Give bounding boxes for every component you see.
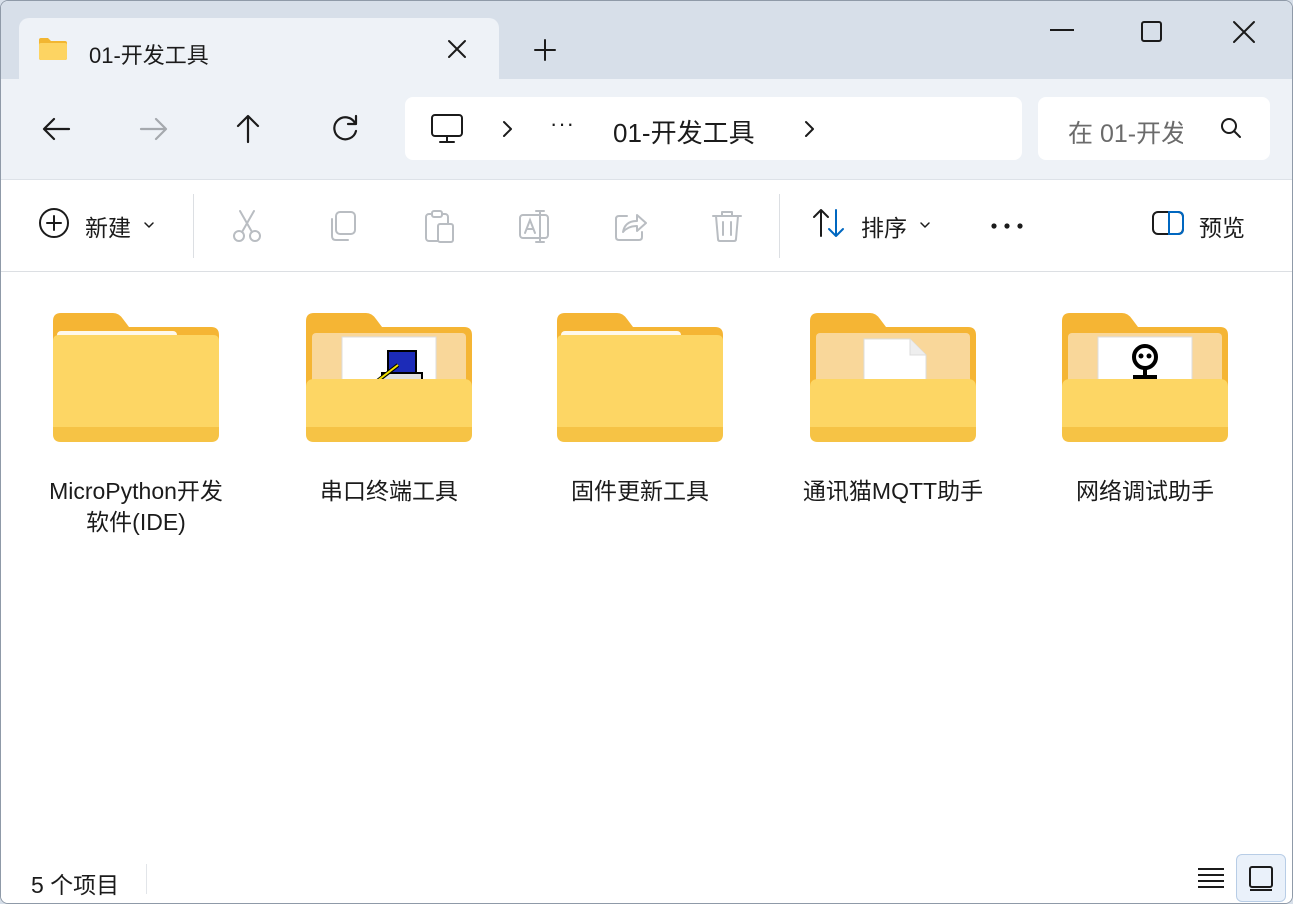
new-tab-icon[interactable] xyxy=(531,36,559,64)
folder-icon xyxy=(38,37,68,66)
maximize-icon[interactable] xyxy=(1137,17,1167,47)
item-name: 通讯猫MQTT助手 xyxy=(802,478,984,504)
more-options-icon[interactable] xyxy=(989,208,1025,244)
tab-title: 01-开发工具 xyxy=(89,43,209,68)
close-tab-icon[interactable] xyxy=(444,36,470,62)
folder-terminal-icon xyxy=(304,307,474,442)
this-pc-icon[interactable] xyxy=(430,113,464,150)
navigation-bar: ··· 01-开发工具 在 01-开发工具 中搜索 xyxy=(1,79,1292,180)
preview-button[interactable]: 预览 xyxy=(1151,180,1245,271)
sort-button[interactable]: 排序 xyxy=(811,180,931,271)
search-icon[interactable] xyxy=(1219,116,1243,145)
folder-icon xyxy=(51,307,221,442)
toolbar-divider xyxy=(779,194,780,258)
chevron-down-icon xyxy=(919,217,931,235)
details-view-button[interactable] xyxy=(1186,854,1236,902)
status-bar: 5 个项目 xyxy=(1,842,1292,903)
preview-pane-icon xyxy=(1151,210,1185,241)
status-divider xyxy=(146,864,147,894)
chevron-right-icon[interactable] xyxy=(801,118,817,145)
search-box[interactable]: 在 01-开发工具 中搜索 xyxy=(1038,97,1270,160)
command-toolbar: 新建 排序 预览 xyxy=(1,180,1292,272)
chevron-right-icon[interactable] xyxy=(499,118,515,145)
item-name: MicroPython开发软件(IDE) xyxy=(49,478,223,535)
file-list: MicroPython开发软件(IDE) 串口终端工具 固件更新工具 通讯猫MQ… xyxy=(1,272,1292,842)
share-icon[interactable] xyxy=(613,208,649,244)
title-bar: 01-开发工具 xyxy=(1,1,1292,79)
folder-item-serial-terminal[interactable]: 串口终端工具 xyxy=(289,307,489,547)
new-label: 新建 xyxy=(85,214,131,241)
preview-label: 预览 xyxy=(1199,214,1245,241)
folder-item-micropython-ide[interactable]: MicroPython开发软件(IDE) xyxy=(36,307,236,547)
copy-icon[interactable] xyxy=(325,208,361,244)
item-name: 网络调试助手 xyxy=(1076,478,1214,504)
search-input[interactable]: 在 01-开发工具 中搜索 xyxy=(1068,114,1183,150)
item-count: 5 个项目 xyxy=(31,872,120,898)
sort-arrows-icon xyxy=(811,206,847,245)
cut-icon[interactable] xyxy=(229,208,265,244)
item-name: 串口终端工具 xyxy=(320,478,458,504)
address-bar[interactable]: ··· 01-开发工具 xyxy=(405,97,1022,160)
folder-icon xyxy=(555,307,725,442)
forward-arrow-icon[interactable] xyxy=(135,111,171,147)
minimize-icon[interactable] xyxy=(1047,17,1077,47)
back-arrow-icon[interactable] xyxy=(39,111,75,147)
folder-item-network-debug[interactable]: 网络调试助手 xyxy=(1045,307,1245,547)
folder-network-icon xyxy=(1060,307,1230,442)
tab-current-folder[interactable]: 01-开发工具 xyxy=(19,18,499,79)
breadcrumb-more[interactable]: ··· xyxy=(550,111,575,137)
close-window-icon[interactable] xyxy=(1229,17,1259,47)
refresh-icon[interactable] xyxy=(327,111,363,147)
breadcrumb-current[interactable]: 01-开发工具 xyxy=(613,113,755,150)
large-icons-view-button[interactable] xyxy=(1236,854,1286,902)
paste-icon[interactable] xyxy=(421,208,457,244)
folder-item-mqtt-assistant[interactable]: 通讯猫MQTT助手 xyxy=(793,307,993,547)
toolbar-divider xyxy=(193,194,194,258)
item-name: 固件更新工具 xyxy=(571,478,709,504)
new-button[interactable]: 新建 xyxy=(37,180,155,271)
file-explorer-window: 01-开发工具 ··· 01-开发工具 在 01-开发 新建 排序 预览 Mic… xyxy=(0,0,1293,904)
up-arrow-icon[interactable] xyxy=(230,111,266,147)
tiles-view-icon xyxy=(1249,866,1273,891)
add-circle-icon xyxy=(37,206,71,245)
folder-document-icon xyxy=(808,307,978,442)
folder-item-firmware-update[interactable]: 固件更新工具 xyxy=(540,307,740,547)
chevron-down-icon xyxy=(143,217,155,235)
sort-label: 排序 xyxy=(861,214,907,241)
list-view-icon xyxy=(1198,868,1224,888)
delete-icon[interactable] xyxy=(709,208,745,244)
rename-icon[interactable] xyxy=(517,208,553,244)
